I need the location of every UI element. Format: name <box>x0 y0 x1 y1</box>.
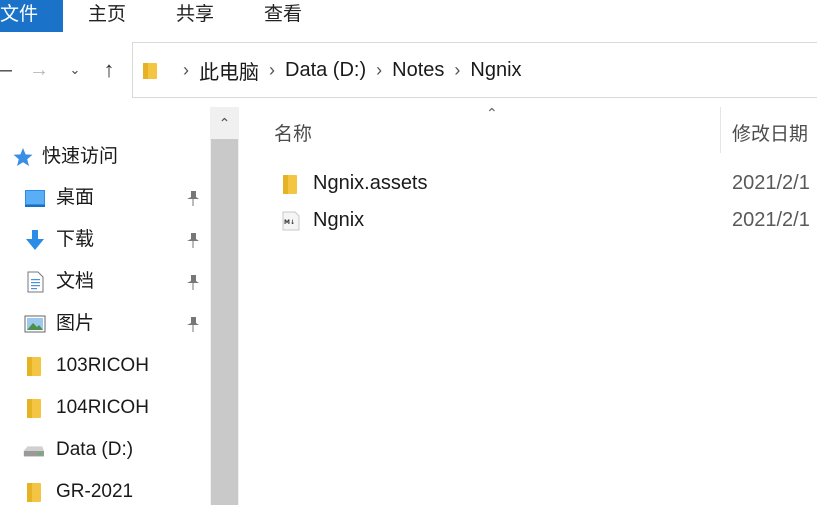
file-name: Ngnix.assets <box>313 172 428 194</box>
address-bar[interactable]: › 此电脑 › Data (D:) › Notes › Ngnix <box>132 42 817 98</box>
forward-button[interactable]: → <box>28 55 50 85</box>
pin-icon[interactable] <box>184 315 202 333</box>
folder-icon <box>27 357 41 376</box>
column-header-date-modified[interactable]: 修改日期 <box>732 119 808 146</box>
sidebar-item-gr-2021[interactable]: GR-2021 <box>0 474 210 505</box>
sidebar-item-label: 快速访问 <box>42 146 119 167</box>
breadcrumb-ngnix[interactable]: Ngnix <box>470 59 521 82</box>
sidebar-item-data-drive[interactable]: Data (D:) <box>0 432 210 468</box>
sidebar-item-label: 103RICOH <box>56 355 149 376</box>
ribbon: 文件 主页 共享 查看 <box>0 0 817 33</box>
star-icon <box>13 148 33 166</box>
folder-icon <box>27 483 41 502</box>
file-list: ⌃ 名称 修改日期 Ngnix.assets 2021/2/1 M↓ Ngnix… <box>242 105 817 505</box>
tab-file[interactable]: 文件 <box>0 0 63 32</box>
sidebar-item-downloads[interactable]: 下载 <box>0 222 210 258</box>
file-row[interactable]: M↓ Ngnix 2021/2/1 <box>242 202 817 238</box>
sidebar-item-label: 文档 <box>56 271 95 292</box>
up-button[interactable]: ↑ <box>98 55 120 85</box>
chevron-right-icon[interactable]: › <box>444 60 470 81</box>
sidebar-item-103ricoh[interactable]: 103RICOH <box>0 348 210 384</box>
breadcrumb: › 此电脑 › Data (D:) › Notes › Ngnix <box>173 43 522 97</box>
breadcrumb-notes[interactable]: Notes <box>392 59 444 82</box>
chevron-right-icon[interactable]: › <box>366 60 392 81</box>
column-header-row: ⌃ 名称 修改日期 <box>242 105 817 153</box>
column-divider[interactable] <box>720 107 721 153</box>
sidebar-item-quick-access[interactable]: 快速访问 <box>12 139 222 175</box>
folder-icon <box>143 63 157 79</box>
forward-arrow-icon: → <box>29 59 49 81</box>
recent-locations-button[interactable]: ⌄ <box>64 55 86 85</box>
pictures-icon <box>24 315 46 333</box>
sidebar-item-documents[interactable]: 文档 <box>0 264 210 300</box>
document-icon <box>27 271 44 293</box>
breadcrumb-data-drive[interactable]: Data (D:) <box>285 59 366 82</box>
navigation-bar: — → ⌄ ↑ › 此电脑 › Data (D:) › Notes › Ngni… <box>0 33 817 105</box>
navigation-pane: 快速访问 桌面 下载 文档 图片 103RICOH 104RICOH Data … <box>0 107 240 505</box>
file-name: Ngnix <box>313 209 365 231</box>
chevron-right-icon[interactable]: › <box>259 60 285 81</box>
scroll-up-button[interactable]: ⌃ <box>210 107 239 139</box>
sidebar-item-104ricoh[interactable]: 104RICOH <box>0 390 210 426</box>
chevron-right-icon[interactable]: › <box>173 60 199 81</box>
sidebar-item-label: 桌面 <box>56 187 95 208</box>
pin-icon[interactable] <box>184 189 202 207</box>
folder-icon <box>27 399 41 418</box>
breadcrumb-this-pc[interactable]: 此电脑 <box>199 56 259 85</box>
column-header-name[interactable]: 名称 <box>274 119 312 146</box>
sidebar-item-label: 104RICOH <box>56 397 149 418</box>
sort-ascending-icon: ⌃ <box>486 105 498 121</box>
chevron-down-icon: ⌄ <box>69 62 81 77</box>
folder-icon <box>283 175 297 194</box>
tab-home[interactable]: 主页 <box>88 0 126 32</box>
pin-icon[interactable] <box>184 273 202 291</box>
file-date: 2021/2/1 <box>732 172 810 194</box>
drive-icon <box>23 446 44 457</box>
desktop-icon <box>25 190 45 207</box>
chevron-up-icon: ⌃ <box>218 115 231 131</box>
tab-view[interactable]: 查看 <box>264 0 302 32</box>
sidebar-item-label: Data (D:) <box>56 439 134 460</box>
navigation-pane-scrollbar[interactable]: ⌃ <box>210 107 239 505</box>
markdown-file-icon: M↓ <box>282 211 300 231</box>
download-icon <box>26 230 44 250</box>
scrollbar-thumb[interactable] <box>211 139 238 505</box>
file-row[interactable]: Ngnix.assets 2021/2/1 <box>242 165 817 201</box>
pin-icon[interactable] <box>184 231 202 249</box>
sidebar-item-label: GR-2021 <box>56 481 134 502</box>
back-button[interactable]: — <box>0 55 13 85</box>
sidebar-item-desktop[interactable]: 桌面 <box>0 180 210 216</box>
tab-share[interactable]: 共享 <box>176 0 214 32</box>
sidebar-item-label: 下载 <box>56 229 95 250</box>
sidebar-item-label: 图片 <box>56 313 95 334</box>
svg-text:M↓: M↓ <box>284 219 295 226</box>
back-arrow-icon: — <box>0 59 12 81</box>
sidebar-item-pictures[interactable]: 图片 <box>0 306 210 342</box>
up-arrow-icon: ↑ <box>103 57 115 82</box>
file-date: 2021/2/1 <box>732 209 810 231</box>
